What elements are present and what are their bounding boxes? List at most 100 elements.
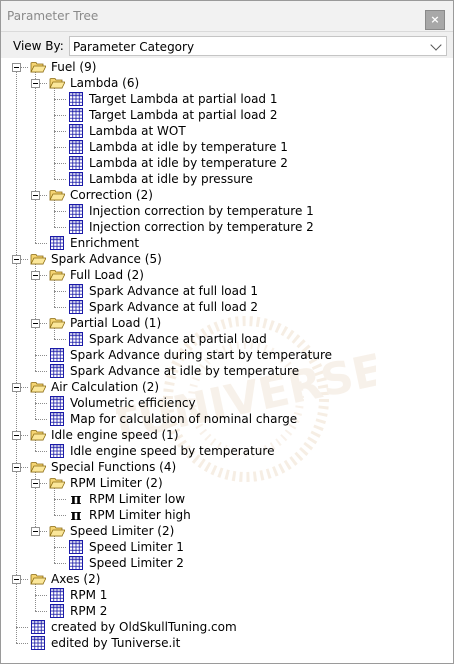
tree-item-lambda-at-idle-by-temperature-1[interactable]: Lambda at idle by temperature 1 xyxy=(1,139,453,155)
tree-folder-correction-2[interactable]: Correction (2) xyxy=(1,187,453,203)
table-map-icon xyxy=(68,139,84,155)
table-map-icon xyxy=(49,443,65,459)
tree-item-created-by-oldskulltuning-com[interactable]: created by OldSkullTuning.com xyxy=(1,619,453,635)
tree-item-label: RPM Limiter low xyxy=(89,492,186,506)
tree-item-lambda-at-idle-by-temperature-2[interactable]: Lambda at idle by temperature 2 xyxy=(1,155,453,171)
table-map-icon xyxy=(68,123,84,139)
collapse-toggle-icon[interactable] xyxy=(12,431,21,440)
tree-item-target-lambda-at-partial-load-2[interactable]: Target Lambda at partial load 2 xyxy=(1,107,453,123)
table-map-icon xyxy=(49,587,65,603)
tree-item-rpm-1[interactable]: RPM 1 xyxy=(1,587,453,603)
tree-item-spark-advance-at-full-load-1[interactable]: Spark Advance at full load 1 xyxy=(1,283,453,299)
collapse-toggle-icon[interactable] xyxy=(31,191,40,200)
tree-folder-lambda-6[interactable]: Lambda (6) xyxy=(1,75,453,91)
parameter-tree-panel: Parameter Tree × View By: Parameter Cate… xyxy=(0,0,454,664)
svg-text:π: π xyxy=(71,491,82,507)
tree-item-injection-correction-by-temperature-2[interactable]: Injection correction by temperature 2 xyxy=(1,219,453,235)
collapse-toggle-icon[interactable] xyxy=(12,63,21,72)
table-map-icon xyxy=(49,235,65,251)
collapse-toggle-icon[interactable] xyxy=(31,79,40,88)
panel-titlebar: Parameter Tree × xyxy=(1,1,453,32)
collapse-toggle-icon[interactable] xyxy=(12,383,21,392)
table-map-icon xyxy=(68,331,84,347)
tree-folder-speed-limiter-2[interactable]: Speed Limiter (2) xyxy=(1,523,453,539)
collapse-toggle-icon[interactable] xyxy=(12,255,21,264)
tree-item-label: Lambda at WOT xyxy=(89,124,186,138)
tree-item-map-for-calculation-of-nominal-charge[interactable]: Map for calculation of nominal charge xyxy=(1,411,453,427)
collapse-toggle-icon[interactable] xyxy=(31,527,40,536)
close-button[interactable]: × xyxy=(425,10,445,30)
tree-item-label: Spark Advance at idle by temperature xyxy=(70,364,300,378)
tree-item-label: Idle engine speed (1) xyxy=(51,428,179,442)
tree-item-enrichment[interactable]: Enrichment xyxy=(1,235,453,251)
tree-item-label: Spark Advance at full load 1 xyxy=(89,284,259,298)
table-map-icon xyxy=(68,299,84,315)
tree-item-label: Full Load (2) xyxy=(70,268,144,282)
tree-item-label: Injection correction by temperature 2 xyxy=(89,220,314,234)
tree-item-label: Lambda (6) xyxy=(70,76,140,90)
pi-constant-icon: π xyxy=(68,490,84,508)
tree-item-label: Speed Limiter 2 xyxy=(89,556,184,570)
view-by-label: View By: xyxy=(13,39,64,53)
tree-item-rpm-2[interactable]: RPM 2 xyxy=(1,603,453,619)
tree-item-spark-advance-at-idle-by-temperature[interactable]: Spark Advance at idle by temperature xyxy=(1,363,453,379)
collapse-toggle-icon[interactable] xyxy=(31,479,40,488)
tree-item-label: RPM 2 xyxy=(70,604,108,618)
collapse-toggle-icon[interactable] xyxy=(12,463,21,472)
view-by-dropdown[interactable]: Parameter Category xyxy=(69,36,447,56)
tree-item-label: Spark Advance (5) xyxy=(51,252,162,266)
tree-item-rpm-limiter-low[interactable]: π RPM Limiter low xyxy=(1,490,453,508)
collapse-toggle-icon[interactable] xyxy=(12,575,21,584)
tree-item-injection-correction-by-temperature-1[interactable]: Injection correction by temperature 1 xyxy=(1,203,453,219)
tree-item-spark-advance-during-start-by-temperature[interactable]: Spark Advance during start by temperatur… xyxy=(1,347,453,363)
collapse-toggle-icon[interactable] xyxy=(31,319,40,328)
tree-folder-air-calculation-2[interactable]: Air Calculation (2) xyxy=(1,379,453,395)
tree-item-label: RPM Limiter high xyxy=(89,508,191,522)
tree-folder-special-functions-4[interactable]: Special Functions (4) xyxy=(1,459,453,475)
tree-folder-spark-advance-5[interactable]: Spark Advance (5) xyxy=(1,251,453,267)
tree-folder-partial-load-1[interactable]: Partial Load (1) xyxy=(1,315,453,331)
tree-item-label: Volumetric efficiency xyxy=(70,396,196,410)
tree-item-idle-engine-speed-by-temperature[interactable]: Idle engine speed by temperature xyxy=(1,443,453,459)
tree-folder-fuel-9[interactable]: Fuel (9) xyxy=(1,59,453,75)
tree-item-label: Air Calculation (2) xyxy=(51,380,160,394)
tree-item-rpm-limiter-high[interactable]: π RPM Limiter high xyxy=(1,506,453,524)
tree-folder-full-load-2[interactable]: Full Load (2) xyxy=(1,267,453,283)
tree-item-edited-by-tuniverse-it[interactable]: edited by Tuniverse.it xyxy=(1,635,453,651)
tree-item-spark-advance-at-partial-load[interactable]: Spark Advance at partial load xyxy=(1,331,453,347)
table-map-icon xyxy=(30,619,46,635)
table-map-icon xyxy=(30,635,46,651)
open-folder-icon xyxy=(30,251,47,267)
tree-item-label: Speed Limiter 1 xyxy=(89,540,184,554)
tree-item-label: Spark Advance at full load 2 xyxy=(89,300,259,314)
tree-item-spark-advance-at-full-load-2[interactable]: Spark Advance at full load 2 xyxy=(1,299,453,315)
tree-item-lambda-at-wot[interactable]: Lambda at WOT xyxy=(1,123,453,139)
tree-item-label: Target Lambda at partial load 2 xyxy=(89,108,278,122)
table-map-icon xyxy=(68,283,84,299)
table-map-icon xyxy=(49,347,65,363)
tree-item-label: Target Lambda at partial load 1 xyxy=(89,92,278,106)
tree-item-label: Enrichment xyxy=(70,236,140,250)
collapse-toggle-icon[interactable] xyxy=(31,271,40,280)
open-folder-icon xyxy=(49,523,66,539)
open-folder-icon xyxy=(49,187,66,203)
tree-item-lambda-at-idle-by-pressure[interactable]: Lambda at idle by pressure xyxy=(1,171,453,187)
open-folder-icon xyxy=(30,59,47,75)
parameter-tree[interactable]: TUNIVERSE Fuel (9) Lambda (6) Target Lambd… xyxy=(1,59,453,663)
open-folder-icon xyxy=(49,75,66,91)
tree-item-label: Injection correction by temperature 1 xyxy=(89,204,314,218)
table-map-icon xyxy=(49,363,65,379)
tree-item-label: Spark Advance at partial load xyxy=(89,332,267,346)
tree-folder-rpm-limiter-2[interactable]: RPM Limiter (2) xyxy=(1,475,453,491)
table-map-icon xyxy=(68,155,84,171)
tree-folder-axes-2[interactable]: Axes (2) xyxy=(1,571,453,587)
open-folder-icon xyxy=(30,571,47,587)
tree-item-speed-limiter-1[interactable]: Speed Limiter 1 xyxy=(1,539,453,555)
tree-item-label: Idle engine speed by temperature xyxy=(70,444,275,458)
tree-item-speed-limiter-2[interactable]: Speed Limiter 2 xyxy=(1,555,453,571)
tree-item-label: Lambda at idle by pressure xyxy=(89,172,253,186)
tree-item-target-lambda-at-partial-load-1[interactable]: Target Lambda at partial load 1 xyxy=(1,91,453,107)
tree-item-label: Spark Advance during start by temperatur… xyxy=(70,348,333,362)
tree-folder-idle-engine-speed-1[interactable]: Idle engine speed (1) xyxy=(1,427,453,443)
tree-item-volumetric-efficiency[interactable]: Volumetric efficiency xyxy=(1,395,453,411)
